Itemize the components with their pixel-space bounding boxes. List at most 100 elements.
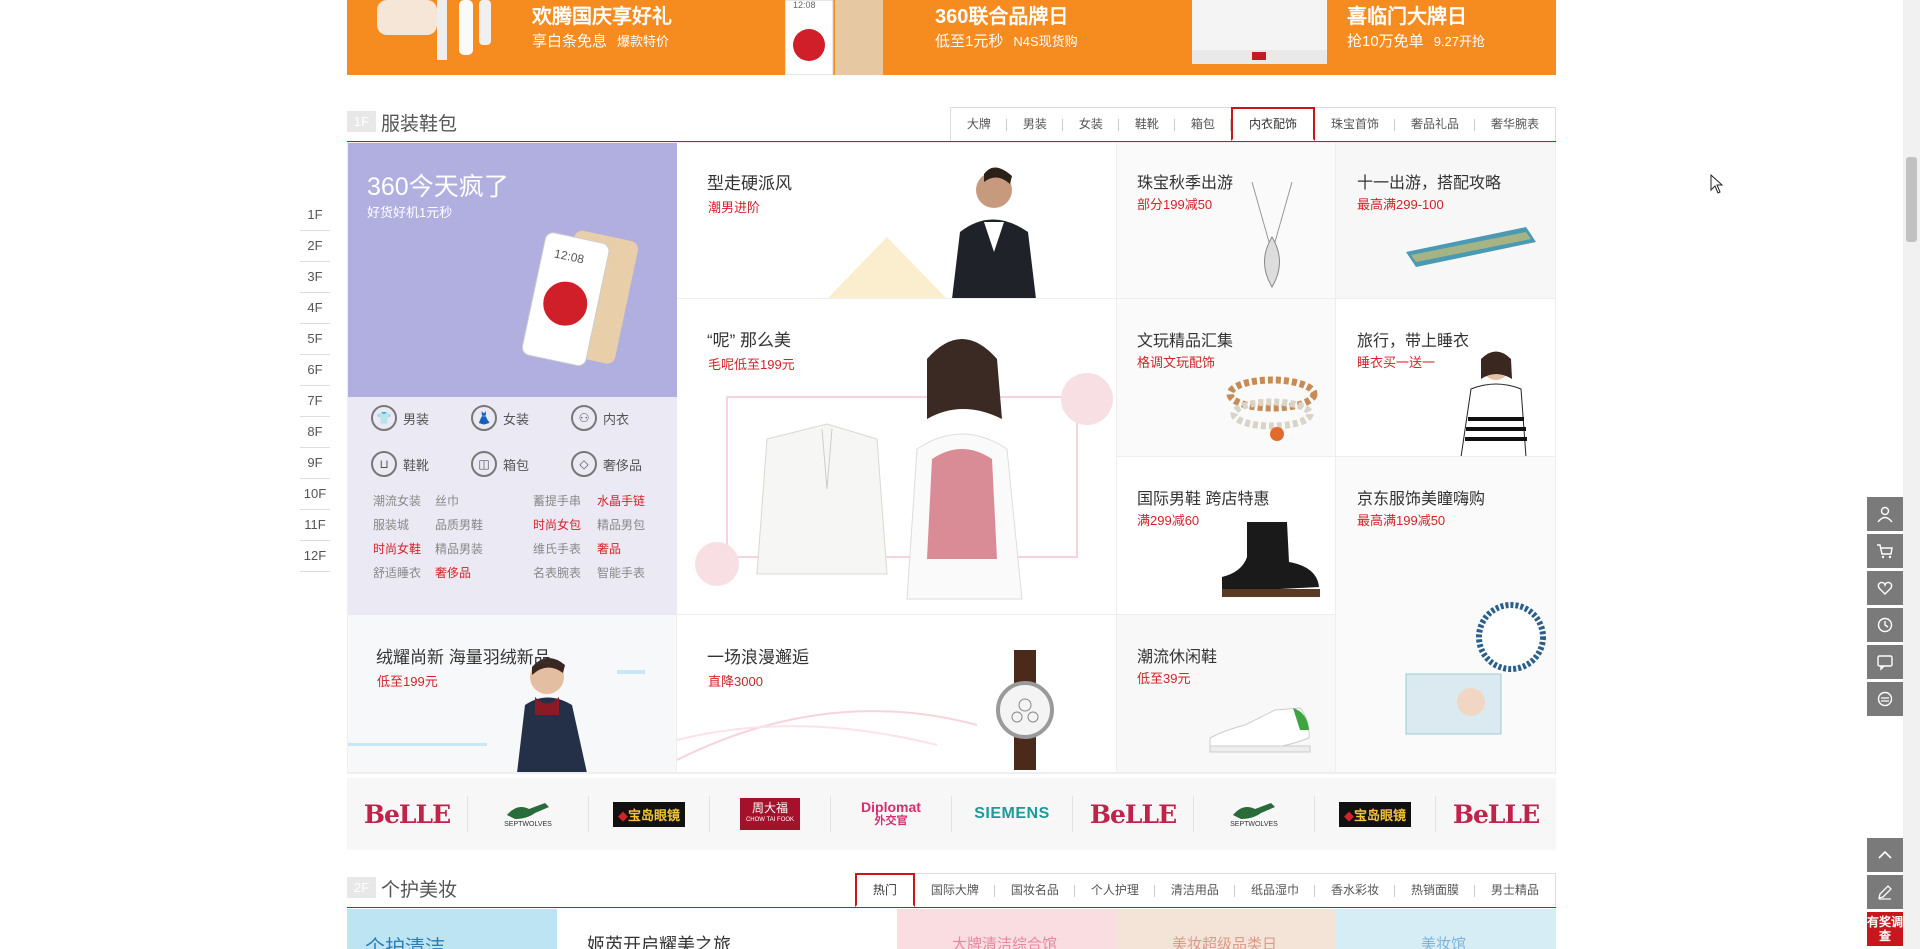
- floor-nav-item[interactable]: 9F: [300, 448, 330, 479]
- brand-logo-siemens[interactable]: SIEMENS: [952, 796, 1073, 832]
- brand-logo-belle[interactable]: BeLLE: [1436, 796, 1556, 832]
- beads-image: [1226, 376, 1318, 441]
- tab-floor1-5[interactable]: 内衣配饰: [1230, 107, 1315, 141]
- svg-text:12:08: 12:08: [793, 0, 816, 10]
- brand-name: SEPTWOLVES: [1230, 801, 1278, 828]
- tab-floor2-7[interactable]: 热销面膜: [1394, 873, 1475, 907]
- woman-model-image: [1460, 351, 1527, 456]
- tab-floor2-3[interactable]: 个人护理: [1074, 873, 1155, 907]
- category-2[interactable]: ⚇ 内衣: [571, 405, 629, 431]
- brand-logo-baodao[interactable]: ◆宝岛眼镜: [589, 796, 710, 832]
- cell-subtitle: 潮男进阶: [708, 200, 761, 215]
- floor-nav-item[interactable]: 6F: [300, 355, 330, 386]
- tab-floor1-8[interactable]: 奢华腕表: [1474, 107, 1556, 141]
- tab-floor1-3[interactable]: 鞋靴: [1118, 107, 1175, 141]
- tab-floor2-8[interactable]: 男士精品: [1474, 873, 1556, 907]
- tab-floor2-5[interactable]: 纸品湿巾: [1234, 873, 1315, 907]
- category-0[interactable]: 👕 男装: [371, 405, 429, 431]
- tab-floor1-0[interactable]: 大牌: [949, 107, 1007, 141]
- brand-logo-baodao[interactable]: ◆宝岛眼镜: [1315, 796, 1436, 832]
- floor-nav-item[interactable]: 10F: [300, 479, 330, 510]
- floor-nav-item[interactable]: 5F: [300, 324, 330, 355]
- keyword-link[interactable]: 蓄提手串: [533, 492, 581, 509]
- keyword-link[interactable]: 维氏手表: [533, 540, 581, 557]
- left-promo-banner[interactable]: 360今天疯了 好货好机1元秒 12:08: [347, 142, 677, 397]
- brand-logo-zhoudafu[interactable]: 周大福 CHOW TAI FOOK: [710, 796, 831, 832]
- floor-nav-item[interactable]: 2F: [300, 231, 330, 262]
- floor2-banner-1[interactable]: 个护清洁: [347, 909, 557, 949]
- promo-cell-watch[interactable]: [677, 615, 1117, 773]
- floor2-banner-5[interactable]: 美妆馆: [1336, 909, 1556, 949]
- keyword-link[interactable]: 舒适睡衣: [373, 564, 421, 581]
- tab-floor1-1[interactable]: 男装: [1006, 107, 1063, 141]
- category-1[interactable]: 👗 女装: [471, 405, 529, 431]
- category-3[interactable]: ⊔ 鞋靴: [371, 451, 429, 477]
- top-promo-banner[interactable]: 欢腾国庆享好礼 享白条免息 爆款特价 12:08 360联合品牌日 低至1元秒 N4…: [347, 0, 1556, 75]
- tab-floor2-2[interactable]: 国妆名品: [994, 873, 1075, 907]
- promo-cell-sneakers[interactable]: [1117, 615, 1336, 773]
- keyword-link[interactable]: 奢品: [597, 540, 621, 557]
- cell-title: 型走硬派风: [707, 174, 792, 193]
- tab-floor1-2[interactable]: 女装: [1062, 107, 1119, 141]
- brand-logo-belle[interactable]: BeLLE: [347, 796, 468, 832]
- tab-floor2-6[interactable]: 香水彩妆: [1314, 873, 1395, 907]
- keyword-link[interactable]: 智能手表: [597, 564, 645, 581]
- user-icon[interactable]: [1867, 497, 1903, 531]
- floor2-banner-3[interactable]: 大牌清洁综合馆: [897, 909, 1117, 949]
- floor-nav-item[interactable]: 7F: [300, 386, 330, 417]
- mouse-cursor-icon: [1710, 174, 1724, 194]
- left-banner-sub: 好货好机1元秒: [367, 205, 453, 220]
- promo-cell-jewelry[interactable]: [1117, 142, 1336, 299]
- brand-logo-sept[interactable]: SEPTWOLVES: [468, 796, 589, 832]
- promo-cell-mens-shoes[interactable]: [1117, 457, 1336, 615]
- tab-floor1-4[interactable]: 箱包: [1174, 107, 1231, 141]
- category-5[interactable]: ◇ 奢侈品: [571, 451, 642, 477]
- floor-nav-item[interactable]: 1F: [300, 200, 330, 231]
- keyword-link[interactable]: 时尚女鞋: [373, 540, 421, 557]
- cell-title: 珠宝秋季出游: [1137, 175, 1234, 192]
- floor-nav-item[interactable]: 3F: [300, 262, 330, 293]
- cart-icon[interactable]: [1867, 534, 1903, 568]
- tab-floor2-1[interactable]: 国际大牌: [914, 873, 995, 907]
- keyword-link[interactable]: 潮流女装: [373, 492, 421, 509]
- promo-cell-menswear[interactable]: [677, 142, 1117, 299]
- tab-floor2-4[interactable]: 清洁用品: [1154, 873, 1235, 907]
- history-icon[interactable]: [1867, 608, 1903, 642]
- message-icon[interactable]: [1867, 645, 1903, 679]
- scarf-image: [1406, 227, 1536, 267]
- keyword-link[interactable]: 名表腕表: [533, 564, 581, 581]
- promo-cell-downjacket[interactable]: [347, 615, 677, 773]
- keyword-link[interactable]: 服装城: [373, 516, 409, 533]
- keyword-link[interactable]: 水晶手链: [597, 492, 645, 509]
- floor-nav-item[interactable]: 12F: [300, 541, 330, 572]
- keyword-link[interactable]: 精品男装: [435, 540, 483, 557]
- category-4[interactable]: ◫ 箱包: [471, 451, 529, 477]
- tab-floor1-7[interactable]: 奢品礼品: [1394, 107, 1475, 141]
- promo-cell-pajamas[interactable]: [1336, 299, 1556, 457]
- service-icon[interactable]: [1867, 682, 1903, 716]
- promo-cell-travel[interactable]: [1336, 142, 1556, 299]
- tab-floor2-0[interactable]: 热门: [854, 873, 915, 907]
- keyword-link[interactable]: 精品男包: [597, 516, 645, 533]
- heart-icon[interactable]: [1867, 571, 1903, 605]
- survey-button[interactable]: 有奖调查: [1867, 912, 1903, 946]
- page-scrollbar[interactable]: [1903, 0, 1920, 949]
- floor-nav-item[interactable]: 8F: [300, 417, 330, 448]
- cell-title: 十一出游，搭配攻略: [1357, 175, 1502, 192]
- feedback-icon[interactable]: [1867, 875, 1903, 909]
- scrollbar-thumb[interactable]: [1906, 157, 1917, 242]
- brand-logo-belle[interactable]: BeLLE: [1073, 796, 1194, 832]
- keyword-link[interactable]: 品质男鞋: [435, 516, 483, 533]
- tab-floor1-6[interactable]: 珠宝首饰: [1314, 107, 1395, 141]
- floor2-banner-4[interactable]: 美妆超级品类日: [1117, 909, 1336, 949]
- back-to-top-icon[interactable]: [1867, 838, 1903, 872]
- floor-nav-item[interactable]: 11F: [300, 510, 330, 541]
- brand-logo-diplomat[interactable]: Diplomat 外交官: [831, 796, 952, 832]
- keyword-link[interactable]: 时尚女包: [533, 516, 581, 533]
- floor-nav-item[interactable]: 4F: [300, 293, 330, 324]
- brand-logo-sept[interactable]: SEPTWOLVES: [1194, 796, 1315, 832]
- keyword-link[interactable]: 奢侈品: [435, 564, 471, 581]
- floor2-banner-2[interactable]: 姬芮开启耀美之旅: [557, 909, 897, 949]
- keyword-link[interactable]: 丝巾: [435, 492, 459, 509]
- promo-cell-accessories[interactable]: [1117, 299, 1336, 457]
